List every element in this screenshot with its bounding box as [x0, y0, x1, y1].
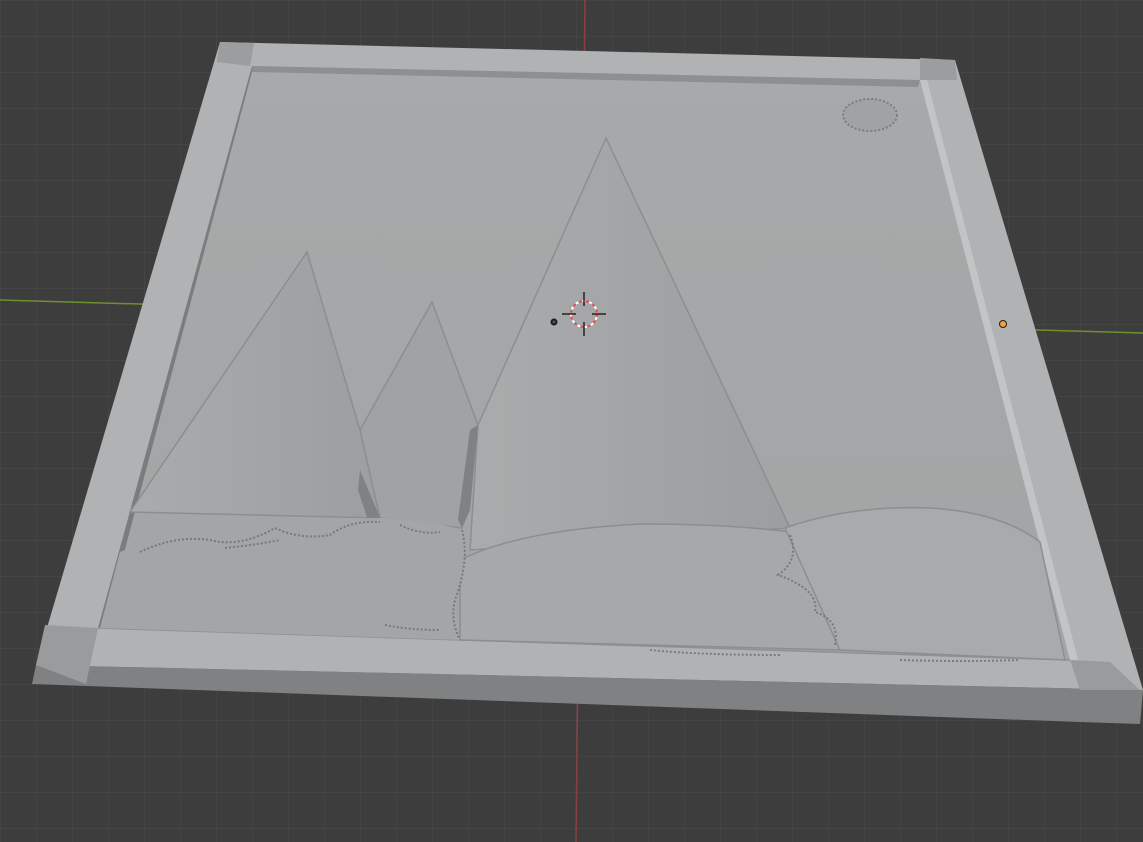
object-origin-icon[interactable] [999, 320, 1007, 328]
frame-corner-tl [217, 42, 254, 66]
light-icon[interactable] [550, 318, 558, 326]
frame-corner-tr [920, 58, 957, 80]
viewport-canvas[interactable] [0, 0, 1143, 842]
hill-center [459, 523, 842, 651]
relief-panel[interactable] [32, 42, 1143, 724]
sun-emboss [842, 98, 898, 132]
3d-viewport[interactable] [0, 0, 1143, 842]
